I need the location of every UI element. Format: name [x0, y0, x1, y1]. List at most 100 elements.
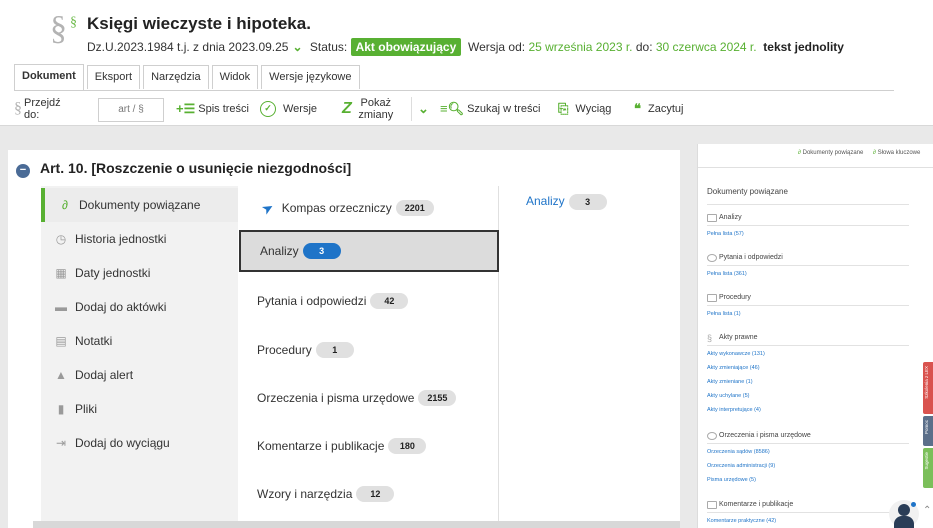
tekst-jednolity: tekst jednolity — [763, 40, 844, 54]
count-badge: 42 — [370, 293, 409, 309]
zacytuj-label: Zacytuj — [648, 103, 684, 115]
category-wzory[interactable]: Wzory i narzędzia 12 — [238, 473, 499, 515]
wersje-button[interactable]: ✓ Wersje — [260, 95, 317, 123]
ribbon-tabs: Dokument Eksport Narzędzia Widok Wersje … — [14, 64, 363, 91]
clock-icon: ✓ — [260, 101, 276, 117]
preview-link[interactable]: Pisma urzędowe (5) — [707, 477, 756, 483]
side-tab-pomoc[interactable]: Pomoc — [923, 416, 933, 446]
unit-nav: ∂ Dokumenty powiązane ◷ Historia jednostki… — [41, 186, 238, 528]
compass-icon: ➤ — [258, 197, 277, 218]
spis-tresci-button[interactable]: +☰ Spis treści — [176, 95, 249, 123]
preview-heading: Dokumenty powiązane — [707, 187, 788, 196]
nav-dodaj-do-wyciagu[interactable]: ⇥ Dodaj do wyciągu — [41, 426, 238, 460]
nav-dodaj-do-aktowki[interactable]: ▬ Dodaj do aktówki — [41, 290, 238, 324]
nav-dokumenty-powiazane[interactable]: ∂ Dokumenty powiązane — [41, 188, 238, 222]
side-tab-sugestie[interactable]: Sugestie — [923, 448, 933, 488]
tab-dokument[interactable]: Dokument — [14, 64, 84, 91]
wersje-label: Wersje — [283, 103, 318, 115]
nav-label: Dodaj do wyciągu — [75, 436, 170, 450]
preview-divider — [707, 305, 909, 306]
extract-icon: ⇥ — [55, 436, 67, 450]
preview-tab-dokumenty[interactable]: ∂ Dokumenty powiązane — [798, 150, 863, 156]
paragraph-icon: § — [707, 333, 713, 343]
nav-label: Pliki — [75, 402, 98, 416]
count-badge: 3 — [568, 194, 607, 210]
assistant-avatar[interactable] — [889, 500, 919, 528]
chevron-down-icon[interactable]: ⌄ — [292, 40, 302, 54]
toolbar: § Przejdź do: art / § +☰ Spis treści ✓ We… — [8, 95, 908, 123]
avatar-body-icon — [894, 516, 914, 528]
przejdz-do: § Przejdź do: — [14, 95, 68, 123]
side-tab-szkolenia[interactable]: Szkolenia z LEX — [923, 362, 933, 414]
preview-link[interactable]: Akty interpretujące (4) — [707, 407, 761, 413]
tab-wersje-jezykowe[interactable]: Wersje językowe — [261, 65, 360, 89]
preview-tabs: ∂ Dokumenty powiązane ∂ Słowa kluczowe — [698, 144, 933, 168]
preview-link[interactable]: Akty wykonawcze (131) — [707, 351, 765, 357]
szukaj-label: Szukaj w treści — [467, 103, 541, 115]
count-badge: 12 — [356, 486, 395, 502]
preview-tab-slowa[interactable]: ∂ Słowa kluczowe — [873, 150, 920, 156]
preview-link[interactable]: Orzeczenia administracji (9) — [707, 463, 775, 469]
nav-label: Historia jednostki — [75, 232, 167, 246]
scroll-up-icon[interactable]: ⌃ — [923, 505, 931, 516]
preview-link[interactable]: Komentarze praktyczne (42) — [707, 518, 776, 524]
nav-dodaj-alert[interactable]: ▲ Dodaj alert — [41, 358, 238, 392]
nav-notatki[interactable]: ▤ Notatki — [41, 324, 238, 358]
paragraph-icon: § — [14, 100, 22, 117]
nav-historia-jednostki[interactable]: ◷ Historia jednostki — [41, 222, 238, 256]
category-label: Orzeczenia i pisma urzędowe — [257, 391, 415, 405]
link-icon: ∂ — [62, 198, 68, 212]
preview-section-title: Akty prawne — [719, 334, 758, 341]
qa-icon — [707, 254, 717, 262]
spis-label: Spis treści — [198, 103, 249, 115]
toolbar-chevron[interactable]: ⌄ — [418, 95, 432, 123]
preview-link[interactable]: Akty zmieniające (46) — [707, 365, 760, 371]
preview-link[interactable]: Akty uchylane (5) — [707, 393, 750, 399]
preview-section-title: Analizy — [719, 214, 742, 221]
category-kompas[interactable]: ➤ Kompas orzeczniczy 2201 — [238, 187, 499, 229]
preview-section-title: Procedury — [719, 294, 751, 301]
wersja-do-date[interactable]: 30 czerwca 2024 r. — [656, 40, 757, 54]
preview-link[interactable]: Orzeczenia sądów (8586) — [707, 449, 770, 455]
category-procedury[interactable]: Procedury 1 — [238, 329, 499, 371]
detail-analizy-link[interactable]: Analizy 3 — [526, 194, 607, 210]
zacytuj-button[interactable]: ❝ Zacytuj — [634, 95, 683, 123]
szukaj-button[interactable]: ≡🔍︎ Szukaj w treści — [440, 95, 540, 123]
wersja-od-date[interactable]: 25 września 2023 r. — [528, 40, 632, 54]
preview-divider — [707, 225, 909, 226]
wyciag-button[interactable]: ⎘ Wyciąg — [558, 95, 611, 123]
tab-eksport[interactable]: Eksport — [86, 65, 141, 89]
nav-daty-jednostki[interactable]: ▦ Daty jednostki — [41, 256, 238, 290]
chevron-down-icon: ⌄ — [418, 101, 429, 116]
category-analizy[interactable]: Analizy 3 — [239, 230, 499, 272]
preview-section-title: Pytania i odpowiedzi — [719, 254, 783, 261]
collapse-icon[interactable]: − — [16, 164, 30, 178]
wyciag-label: Wyciąg — [575, 103, 612, 115]
category-komentarze[interactable]: Komentarze i publikacje 180 — [238, 425, 499, 467]
book-icon — [707, 501, 717, 509]
detail-panel: Analizy 3 — [499, 186, 680, 528]
article-panel: − Art. 10. [Roszczenie o usunięcie niezg… — [8, 150, 680, 528]
paragraph-logo-icon: § § — [50, 10, 77, 47]
article-jump-input[interactable]: art / § — [98, 98, 164, 122]
nav-pliki[interactable]: ▮ Pliki — [41, 392, 238, 426]
tab-widok[interactable]: Widok — [211, 65, 259, 89]
pokaz-zmiany-label: Pokaż zmiany — [358, 97, 394, 121]
status-label: Status: — [309, 40, 348, 54]
status-badge: Akt obowiązujący — [350, 38, 462, 56]
category-pytania[interactable]: Pytania i odpowiedzi 42 — [238, 280, 499, 322]
preview-link[interactable]: Pełna lista (361) — [707, 271, 747, 277]
preview-divider — [707, 512, 909, 513]
przejdz-label: Przejdź do: — [24, 97, 61, 121]
scales-icon — [707, 432, 717, 440]
preview-link[interactable]: Pełna lista (1) — [707, 311, 741, 317]
tab-narzedzia[interactable]: Narzędzia — [143, 65, 209, 89]
wersja-label: Wersja od: — [467, 40, 526, 54]
note-icon: ▤ — [55, 334, 67, 348]
changes-icon: Z — [342, 100, 352, 117]
preview-link[interactable]: Pełna lista (57) — [707, 231, 744, 237]
pokaz-zmiany-button[interactable]: Z Pokaż zmiany — [342, 95, 397, 123]
nav-label: Dokumenty powiązane — [79, 198, 201, 212]
category-orzeczenia[interactable]: Orzeczenia i pisma urzędowe 2155 — [238, 377, 499, 419]
preview-link[interactable]: Akty zmieniane (1) — [707, 379, 753, 385]
